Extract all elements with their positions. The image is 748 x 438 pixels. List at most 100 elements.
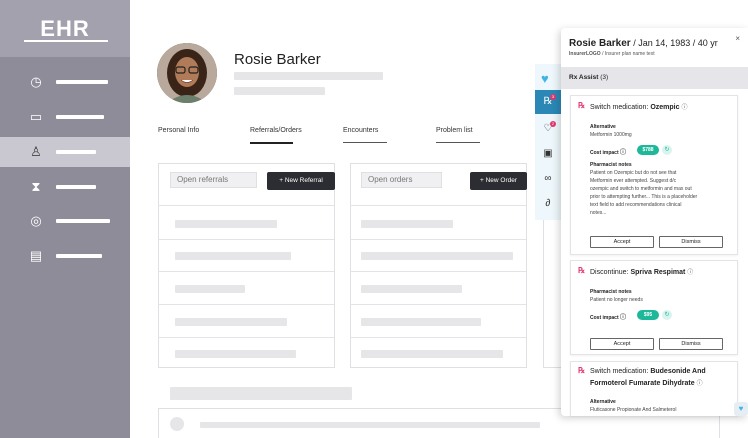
stethoscope-icon[interactable]: ∂	[540, 196, 556, 212]
pharmacist-note-line: Patient on Ozempic but do not see that	[590, 170, 677, 176]
sidebar-item-history[interactable]: ⧗	[0, 172, 130, 202]
card-action: Switch medication:	[590, 368, 649, 375]
tab-encounters[interactable]: Encounters	[343, 127, 378, 134]
ehr-app: EHR ◷ ▭ ♙ ⧗ ◎ ▤ Rosie Barker Personal In…	[0, 0, 748, 438]
sidebar-item-label-placeholder	[56, 150, 96, 154]
cost-impact-label: Cost impact ⓘ	[590, 312, 626, 321]
sidebar-item-label-placeholder	[56, 80, 108, 84]
rx-assist-count: (3)	[600, 74, 609, 81]
hourglass-icon: ⧗	[31, 179, 41, 194]
help-icon[interactable]: ⓘ	[620, 150, 626, 156]
person-icon: ♙	[30, 144, 42, 159]
logo-area: EHR	[0, 0, 130, 57]
alternative-label: Alternative	[590, 399, 616, 405]
sidebar-item-locations[interactable]: ◎	[0, 206, 130, 236]
sidebar-item-schedule[interactable]: ◷	[0, 67, 130, 97]
accept-button[interactable]: Accept	[590, 338, 654, 350]
pharmacist-note-line: prior to attempting further... This is a…	[590, 194, 698, 200]
tab-problem-list[interactable]: Problem list	[436, 127, 473, 134]
insurer-line: InsurerLOGO / Insurer plan name text	[569, 51, 655, 57]
card-title: Discontinue: Spriva Respimat ⓘ	[590, 267, 693, 276]
drawer-patient-dob: / Jan 14, 1983 / 40 yr	[633, 38, 718, 48]
help-icon[interactable]: ⓘ	[681, 105, 687, 111]
bottom-row-placeholder	[200, 422, 540, 428]
referral-row[interactable]	[175, 350, 296, 358]
bottom-avatar-placeholder	[170, 417, 184, 431]
pills-icon[interactable]: ∞	[540, 171, 556, 187]
book-icon: ▭	[29, 109, 43, 124]
sidebar-item-label-placeholder	[56, 219, 110, 223]
row-divider	[350, 304, 527, 305]
help-icon[interactable]: ⓘ	[687, 270, 693, 276]
help-icon[interactable]: ⓘ	[697, 381, 703, 387]
help-icon[interactable]: ⓘ	[620, 315, 626, 321]
rx-switch-icon: ℞	[578, 366, 586, 375]
monitor-badge: 2	[550, 121, 556, 127]
swap-icon[interactable]: ↻	[662, 310, 672, 320]
section-heading-placeholder	[170, 387, 352, 400]
calendar-icon[interactable]: ▣	[540, 146, 556, 162]
close-icon[interactable]: ×	[735, 34, 740, 43]
orders-panel-title: Open orders	[361, 172, 442, 188]
order-row[interactable]	[361, 350, 503, 358]
rx-assist-label: Rx Assist	[569, 74, 599, 81]
sidebar-item-patients[interactable]: ♙	[0, 137, 130, 167]
row-divider	[158, 239, 335, 240]
insurer-logo: InsurerLOGO	[569, 51, 601, 57]
sidebar-item-documents[interactable]: ▤	[0, 241, 130, 271]
sidebar-item-label-placeholder	[56, 254, 102, 258]
heart-logo-icon[interactable]: ♥	[541, 71, 549, 86]
order-row[interactable]	[361, 318, 481, 326]
referral-row[interactable]	[175, 220, 277, 228]
new-order-button[interactable]: + New Order	[470, 172, 527, 190]
card-drug: Ozempic	[650, 104, 680, 111]
tab-personal-info[interactable]: Personal Info	[158, 127, 199, 134]
tab-underline	[436, 142, 480, 143]
card-title: Switch medication: Ozempic ⓘ	[590, 102, 687, 111]
order-row[interactable]	[361, 252, 513, 260]
referral-row[interactable]	[175, 285, 245, 293]
row-divider	[350, 337, 527, 338]
pharmacist-note-line: notes...	[590, 210, 607, 216]
new-referral-button[interactable]: + New Referral	[267, 172, 335, 190]
card-action: Switch medication:	[590, 104, 649, 111]
row-divider	[158, 205, 335, 206]
patient-info-placeholder	[234, 72, 383, 80]
referral-row[interactable]	[175, 252, 291, 260]
patient-name: Rosie Barker	[234, 51, 321, 68]
sidebar-item-label-placeholder	[56, 115, 104, 119]
alternative-value: Metformin 1000mg	[590, 132, 632, 138]
referral-row[interactable]	[175, 318, 287, 326]
rx-badge: 3	[550, 94, 556, 100]
row-divider	[158, 304, 335, 305]
logo-underline	[24, 40, 108, 42]
order-row[interactable]	[361, 285, 462, 293]
card-drug-continued: Formoterol Fumarate Dihydrate	[590, 380, 695, 387]
drawer-patient-header: Rosie Barker / Jan 14, 1983 / 40 yr	[569, 38, 718, 49]
order-row[interactable]	[361, 220, 453, 228]
card-title-line2: Formoterol Fumarate Dihydrate ⓘ	[590, 378, 703, 387]
clock-icon: ◷	[30, 74, 42, 89]
sidebar: EHR ◷ ▭ ♙ ⧗ ◎ ▤	[0, 0, 130, 438]
document-icon: ▤	[29, 248, 43, 263]
accept-button[interactable]: Accept	[590, 236, 654, 248]
cost-impact-value: $788	[637, 145, 659, 155]
tab-referrals-orders[interactable]: Referrals/Orders	[250, 127, 302, 134]
heart-launcher-icon[interactable]: ♥	[734, 402, 748, 416]
insurer-plan-text: / Insurer plan name text	[602, 51, 655, 57]
card-action: Discontinue:	[590, 269, 629, 276]
active-tab-indicator	[250, 142, 293, 144]
rx-switch-icon: ℞	[578, 101, 586, 110]
pharmacist-notes-label: Pharmacist notes	[590, 289, 632, 295]
dismiss-button[interactable]: Dismiss	[659, 236, 723, 248]
swap-icon[interactable]: ↻	[662, 145, 672, 155]
sidebar-item-library[interactable]: ▭	[0, 102, 130, 132]
referrals-panel-title: Open referrals	[170, 172, 257, 188]
alternative-value: Fluticasone Propionate And Salmeterol	[590, 407, 677, 413]
row-divider	[350, 239, 527, 240]
cost-label-text: Cost impact	[590, 315, 619, 321]
dismiss-button[interactable]: Dismiss	[659, 338, 723, 350]
rx-discontinue-icon: ℞	[578, 266, 586, 275]
drawer-patient-name: Rosie Barker	[569, 38, 631, 49]
card-title: Switch medication: Budesonide And	[590, 368, 706, 375]
